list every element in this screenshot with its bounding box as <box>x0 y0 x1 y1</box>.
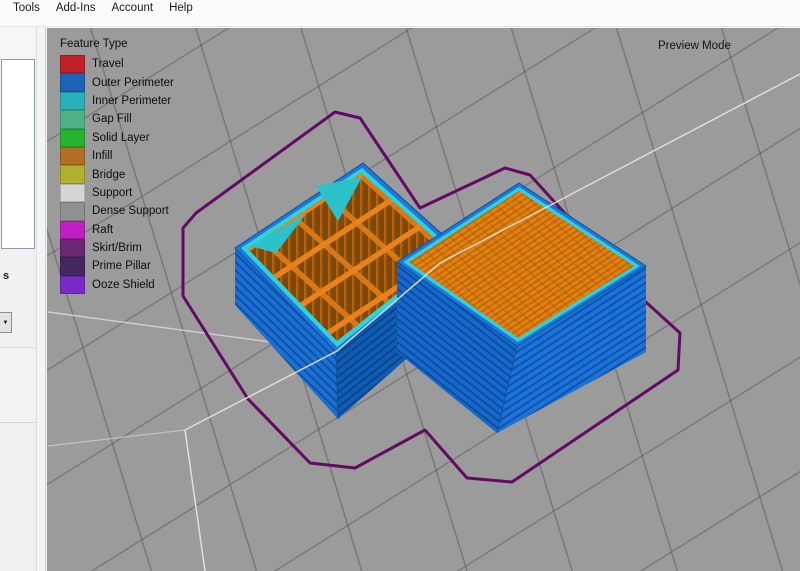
legend-item-label: Raft <box>92 224 113 236</box>
legend-item-label: Bridge <box>92 169 125 181</box>
legend-item-inner-perimeter: Inner Perimeter <box>60 92 174 110</box>
legend-item-dense-support: Dense Support <box>60 202 174 220</box>
legend-item-label: Infill <box>92 150 112 162</box>
sidebar-panel: s ▼ <box>0 27 47 571</box>
legend-item-travel: Travel <box>60 55 174 73</box>
chevron-down-icon: ▼ <box>3 320 9 326</box>
legend-item-label: Dense Support <box>92 205 169 217</box>
legend-color-swatch <box>60 147 85 165</box>
legend-color-swatch <box>60 239 85 257</box>
legend-color-swatch <box>60 202 85 220</box>
legend-item-ooze-shield: Ooze Shield <box>60 276 174 294</box>
legend-item-label: Ooze Shield <box>92 279 155 291</box>
legend-item-label: Prime Pillar <box>92 260 151 272</box>
legend-item-gap-fill: Gap Fill <box>60 110 174 128</box>
sidebar-dropdown[interactable]: ▼ <box>0 312 12 333</box>
menu-item-help[interactable]: Help <box>161 0 201 18</box>
legend-item-prime-pillar: Prime Pillar <box>60 257 174 275</box>
legend-item-label: Travel <box>92 58 124 70</box>
preview-mode-label: Preview Mode <box>658 40 731 52</box>
menu-item-account[interactable]: Account <box>104 0 162 18</box>
legend-color-swatch <box>60 92 85 110</box>
legend-item-skirt-brim: Skirt/Brim <box>60 239 174 257</box>
legend-item-label: Gap Fill <box>92 113 132 125</box>
sidebar-top-area <box>0 27 36 59</box>
legend-item-label: Support <box>92 187 132 199</box>
legend-item-bridge: Bridge <box>60 165 174 183</box>
legend-item-infill: Infill <box>60 147 174 165</box>
legend-color-swatch <box>60 55 85 73</box>
legend-rows: Travel Outer Perimeter Inner Perimeter Gap … <box>60 55 174 294</box>
process-listbox[interactable] <box>1 59 35 249</box>
legend-color-swatch <box>60 165 85 183</box>
legend-color-swatch <box>60 184 85 202</box>
legend-item-label: Outer Perimeter <box>92 77 174 89</box>
legend-item-label: Solid Layer <box>92 132 150 144</box>
legend-item-solid-layer: Solid Layer <box>60 129 174 147</box>
legend-color-swatch <box>60 129 85 147</box>
legend-item-support: Support <box>60 184 174 202</box>
menu-bar: ToolsAdd-InsAccountHelp <box>0 0 800 27</box>
menu-item-tools[interactable]: Tools <box>5 0 48 18</box>
legend-color-swatch <box>60 73 85 91</box>
legend-item-label: Skirt/Brim <box>92 242 142 254</box>
legend-color-swatch <box>60 110 85 128</box>
legend-color-swatch <box>60 276 85 294</box>
legend-item-label: Inner Perimeter <box>92 95 171 107</box>
legend-item-raft: Raft <box>60 221 174 239</box>
legend-color-swatch <box>60 221 85 239</box>
legend-color-swatch <box>60 257 85 275</box>
legend-title: Feature Type <box>60 38 174 50</box>
sidebar-groupbox <box>0 347 37 423</box>
sidebar-label-fragment: s <box>3 270 9 282</box>
feature-type-legend: Feature Type Travel Outer Perimeter Inner … <box>60 38 174 294</box>
viewport-3d[interactable]: Feature Type Travel Outer Perimeter Inner … <box>47 28 800 571</box>
menu-item-addins[interactable]: Add-Ins <box>48 0 104 18</box>
panel-splitter[interactable] <box>37 27 46 571</box>
legend-item-outer-perimeter: Outer Perimeter <box>60 73 174 91</box>
